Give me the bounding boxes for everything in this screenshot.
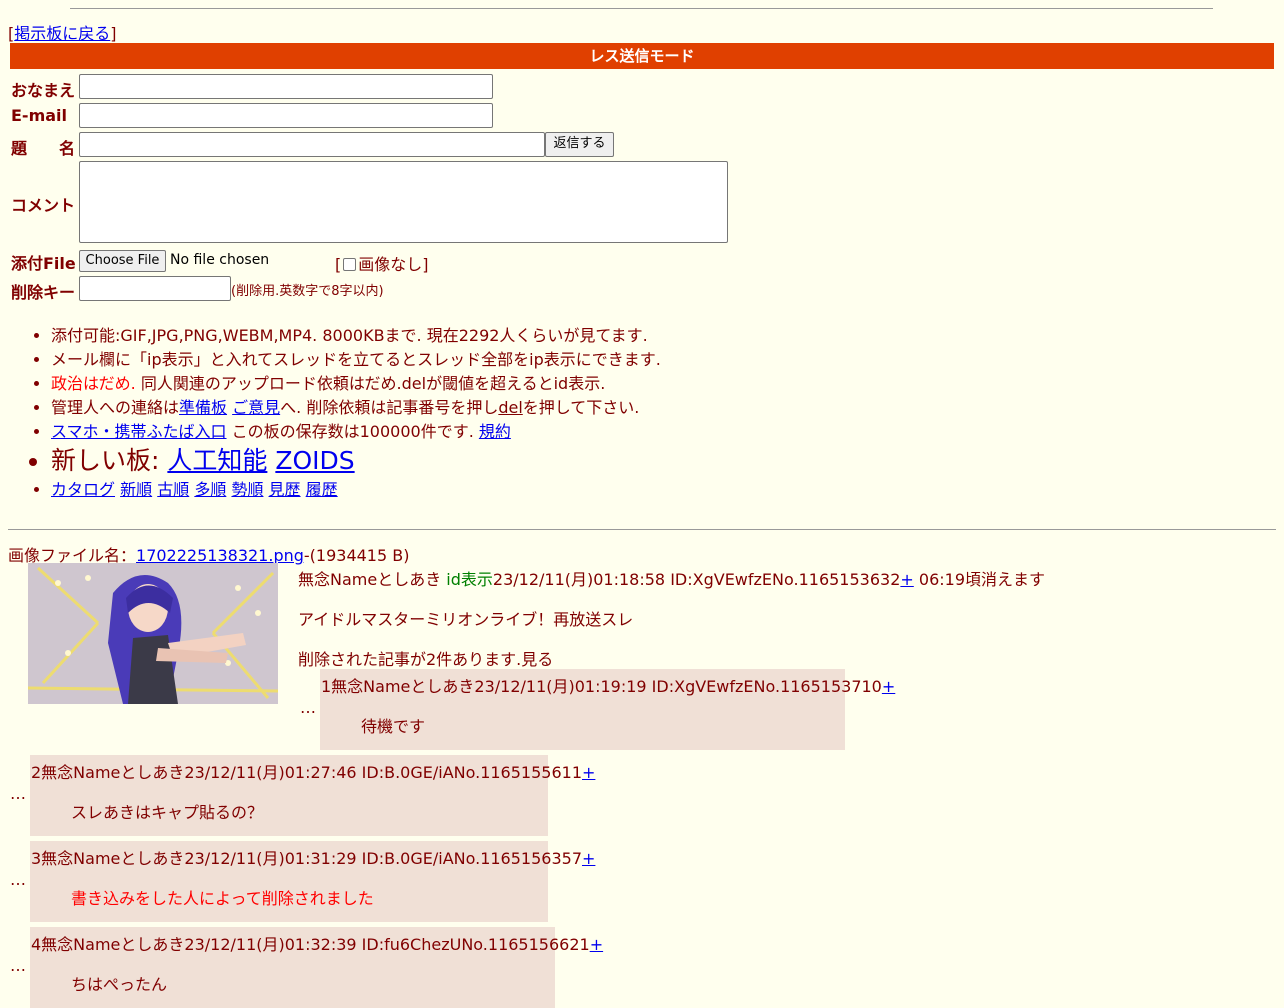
op-plus-link[interactable]: + (900, 570, 913, 589)
file-size: -(1934415 B) (303, 546, 410, 565)
reply-plus-link[interactable]: + (582, 849, 595, 868)
reply-post: 2無念Nameとしあき23/12/11(月)01:27:46 ID:B.0GE/… (30, 755, 595, 836)
reply-ellipsis: … (300, 698, 316, 717)
reply-post: 3無念Nameとしあき23/12/11(月)01:31:29 ID:B.0GE/… (30, 841, 595, 922)
rule-item: 政治はだめ. 同人関連のアップロード依頼はだめ.delが閾値を超えるとid表示. (51, 372, 661, 396)
reply-body: スレあきはキャプ貼るの？ (71, 803, 264, 822)
terms-link[interactable]: 規約 (479, 422, 511, 441)
rule-item: 新しい板: 人工知能 ZOIDS (51, 444, 661, 478)
sort-momentum-link[interactable]: 勢順 (231, 480, 263, 499)
reply-plus-link[interactable]: + (582, 763, 595, 782)
sort-links: カタログ 新順 古順 多順 勢順 見歴 履歴 (51, 478, 661, 502)
reply-header: 1無念Nameとしあき23/12/11(月)01:19:19 ID:XgVEwf… (321, 673, 895, 697)
sort-old-link[interactable]: 古順 (157, 480, 189, 499)
back-nav: [掲示板に戻る] (8, 20, 117, 44)
op-meta: 23/12/11(月)01:18:58 ID:XgVEwfzENo.116515… (492, 570, 901, 589)
rule-item: スマホ・携帯ふたば入口 この板の保存数は100000件です. 規約 (51, 420, 661, 444)
name-input[interactable] (79, 74, 493, 99)
back-to-board-link[interactable]: 掲示板に戻る (14, 24, 110, 43)
op-id-badge: id表示 (446, 570, 493, 589)
choose-file-button[interactable]: Choose File (79, 250, 166, 272)
reply-ellipsis: … (10, 784, 26, 803)
rule-text: 添付可能:GIF,JPG,PNG,WEBM,MP4. 8000KBまで. 現在2… (51, 326, 648, 345)
reply-meta: 2無念Nameとしあき23/12/11(月)01:27:46 ID:B.0GE/… (31, 763, 582, 782)
sort-new-link[interactable]: 新順 (120, 480, 152, 499)
op-name: 無念Nameとしあき (298, 570, 447, 589)
top-divider (70, 8, 1213, 9)
ai-board-link[interactable]: 人工知能 (167, 446, 267, 475)
subject-label: 題 名 (11, 139, 76, 158)
no-image-checkbox[interactable] (343, 257, 357, 271)
file-status: No file chosen (170, 252, 270, 268)
op-expire: 06:19頃消えます (913, 570, 1045, 589)
catalog-link[interactable]: カタログ (51, 480, 115, 499)
rule-item: メール欄に「ip表示」と入れてスレッドを立てるとスレッド全部をip表示にできます… (51, 348, 661, 372)
reply-body: ちはぺったん (71, 975, 168, 994)
reply-plus-link[interactable]: + (590, 935, 603, 954)
name-label: おなまえ (11, 81, 76, 100)
delete-key-note: (削除用.英数字で8字以内) (231, 284, 384, 299)
rule-text: メール欄に「ip表示」と入れてスレッドを立てるとスレッド全部をip表示にできます… (51, 350, 661, 369)
reply-meta: 3無念Nameとしあき23/12/11(月)01:31:29 ID:B.0GE/… (31, 849, 582, 868)
prep-board-link[interactable]: 準備板 (179, 398, 227, 417)
del-link[interactable]: del (498, 398, 522, 417)
board-rules-list: 添付可能:GIF,JPG,PNG,WEBM,MP4. 8000KBまで. 現在2… (23, 324, 661, 502)
op-body: アイドルマスターミリオンライブ！再放送スレ (298, 610, 634, 629)
deleted-posts-note[interactable]: 削除された記事が2件あります.見る (298, 646, 553, 670)
view-history-link[interactable]: 見歴 (269, 480, 301, 499)
mobile-entry-link[interactable]: スマホ・携帯ふたば入口 (51, 422, 227, 441)
reply-body-deleted: 書き込みをした人によって削除されました (71, 889, 374, 908)
no-image-option: [ 画像なし] (335, 251, 429, 275)
op-header: 無念Nameとしあき id表示23/12/11(月)01:18:58 ID:Xg… (298, 566, 1045, 590)
submit-reply-button[interactable]: 返信する (545, 132, 614, 157)
reply-header: 4無念Nameとしあき23/12/11(月)01:32:39 ID:fu6Che… (31, 931, 603, 955)
rule-text: へ. 削除依頼は記事番号を押し (280, 398, 499, 417)
rule-text: 管理人への連絡は (51, 398, 180, 417)
rule-text: を押して下さい. (522, 398, 640, 417)
new-boards-label: 新しい板: (51, 446, 168, 475)
thread-divider (8, 529, 1276, 530)
reply-meta: 4無念Nameとしあき23/12/11(月)01:32:39 ID:fu6Che… (31, 935, 590, 954)
post-history-link[interactable]: 履歴 (306, 480, 338, 499)
reply-header: 3無念Nameとしあき23/12/11(月)01:31:29 ID:B.0GE/… (31, 845, 595, 869)
file-label: 添付File (11, 254, 76, 273)
reply-ellipsis: … (10, 956, 26, 975)
reply-post: 1無念Nameとしあき23/12/11(月)01:19:19 ID:XgVEwf… (320, 669, 895, 750)
zoids-board-link[interactable]: ZOIDS (275, 446, 354, 475)
bracket: ] (422, 255, 429, 274)
rule-item: 管理人への連絡は準備板 ご意見へ. 削除依頼は記事番号を押しdelを押して下さい… (51, 396, 661, 420)
reply-meta: 1無念Nameとしあき23/12/11(月)01:19:19 ID:XgVEwf… (321, 677, 882, 696)
comment-textarea[interactable] (79, 161, 728, 243)
feedback-link[interactable]: ご意見 (232, 398, 280, 417)
rule-text: 同人関連のアップロード依頼はだめ.delが閾値を超えるとid表示. (135, 374, 606, 393)
reply-post: 4無念Nameとしあき23/12/11(月)01:32:39 ID:fu6Che… (30, 927, 603, 1008)
reply-header: 2無念Nameとしあき23/12/11(月)01:27:46 ID:B.0GE/… (31, 759, 595, 783)
comment-label: コメント (11, 196, 76, 215)
rule-item: 添付可能:GIF,JPG,PNG,WEBM,MP4. 8000KBまで. 現在2… (51, 324, 661, 348)
bracket: ] (110, 24, 117, 43)
reply-plus-link[interactable]: + (882, 677, 895, 696)
thread-image-thumbnail[interactable] (28, 563, 278, 704)
delete-key-label: 削除キー (11, 283, 76, 302)
bracket: [ (335, 255, 342, 274)
rule-warning: 政治はだめ. (51, 374, 136, 393)
thumbnail-art (28, 563, 278, 704)
reply-mode-banner: レス送信モード (10, 43, 1274, 69)
sort-many-link[interactable]: 多順 (194, 480, 226, 499)
rule-text: この板の保存数は100000件です. (226, 422, 479, 441)
email-label: E-mail (11, 106, 68, 125)
no-image-label: 画像なし (358, 255, 423, 274)
reply-body: 待機です (361, 717, 426, 736)
email-input[interactable] (79, 103, 493, 128)
delete-key-input[interactable] (79, 276, 231, 301)
reply-ellipsis: … (10, 870, 26, 889)
subject-input[interactable] (79, 132, 545, 157)
